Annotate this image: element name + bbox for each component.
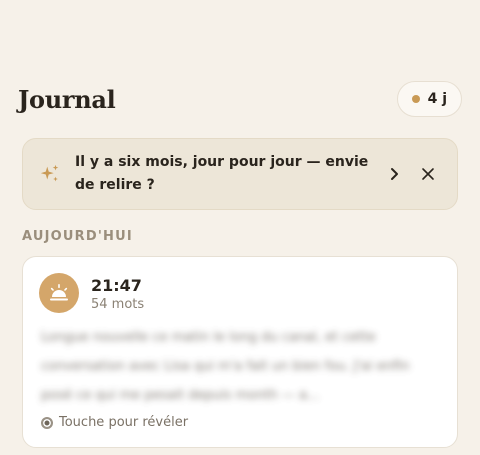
chevron-right-icon	[391, 168, 398, 180]
sparkle-icon	[40, 164, 59, 182]
banner-message: Il y a six mois, jour pour jour — envie …	[75, 154, 369, 193]
banner-dismiss-button[interactable]	[415, 161, 441, 187]
close-icon	[422, 168, 434, 180]
entry-avatar	[39, 273, 79, 313]
journal-entry-card[interactable]: 21:47 54 mots Longue nouvelle ce matin l…	[22, 256, 458, 448]
reveal-label: Touche pour révéler	[59, 415, 189, 430]
page-title: Journal	[18, 84, 116, 114]
streak-dot-icon	[411, 95, 420, 103]
streak-label: 4 j	[427, 91, 447, 107]
reveal-hint[interactable]: Touche pour révéler	[41, 415, 188, 430]
streak-badge[interactable]: 4 j	[396, 81, 462, 117]
sunrise-icon	[50, 284, 68, 301]
memory-banner[interactable]: Il y a six mois, jour pour jour — envie …	[22, 138, 458, 210]
entry-preview-blurred: Longue nouvelle ce matin le long du cana…	[41, 330, 410, 403]
entry-time: 21:47	[91, 276, 142, 295]
reveal-dot-icon	[41, 416, 53, 429]
header: Journal 4 j	[18, 80, 462, 118]
entry-word-count: 54 mots	[91, 297, 145, 312]
banner-open-button[interactable]	[381, 161, 407, 187]
section-label-today: AUJOURD'HUI	[22, 229, 133, 244]
